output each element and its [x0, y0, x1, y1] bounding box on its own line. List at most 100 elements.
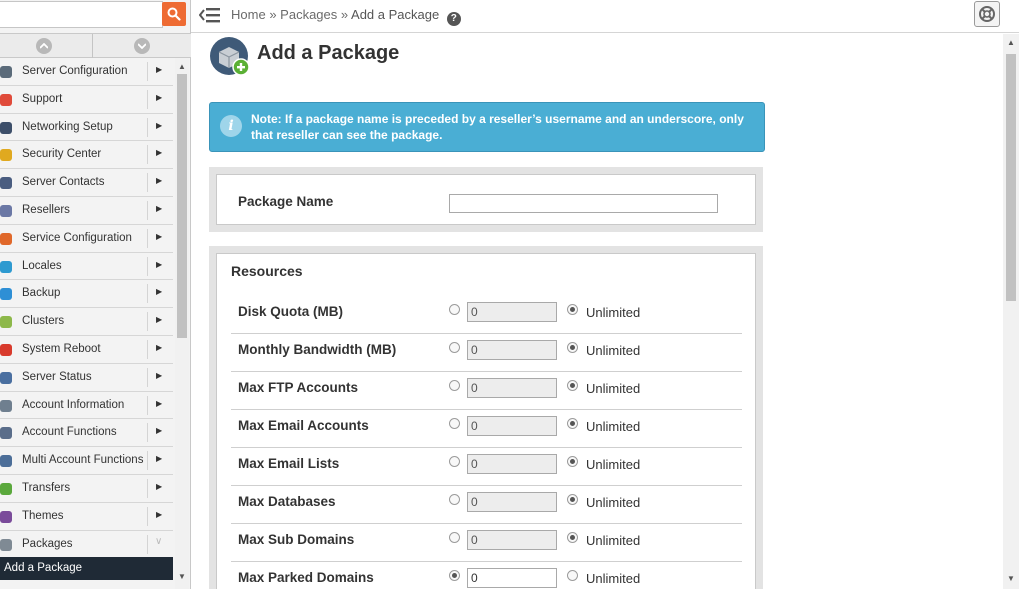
sidebar-item-locales[interactable]: Locales ▶: [0, 253, 173, 281]
sidebar-item-backup[interactable]: Backup ▶: [0, 280, 173, 309]
resource-value-input[interactable]: [467, 378, 557, 398]
sidebar-item-resellers[interactable]: Resellers ▶: [0, 197, 173, 225]
main-content: Add a Package i Note: If a package name …: [191, 34, 1003, 589]
chevron-up-icon: [40, 43, 48, 49]
value-radio[interactable]: [449, 456, 460, 467]
resource-row: Max Email Lists Unlimited: [231, 448, 742, 486]
sidebar-item-add-a-package[interactable]: Add a Package: [0, 557, 173, 580]
resources-section: Resources Disk Quota (MB)UnlimitedMonthl…: [209, 246, 763, 589]
unlimited-radio[interactable]: [567, 342, 578, 353]
resource-value-input[interactable]: [467, 492, 557, 512]
chevron-right-icon[interactable]: ▶: [156, 65, 162, 74]
resource-value-input[interactable]: [467, 568, 557, 588]
sidebar-item-server-status[interactable]: Server Status ▶: [0, 364, 173, 392]
support-button[interactable]: [974, 1, 1000, 27]
unlimited-radio[interactable]: [567, 380, 578, 391]
breadcrumb-separator: »: [269, 7, 277, 22]
divider: [147, 284, 148, 304]
scroll-up-icon[interactable]: ▲: [178, 62, 186, 71]
sidebar-item-label: Server Configuration: [22, 65, 128, 77]
chevron-right-icon[interactable]: ▶: [156, 93, 162, 102]
value-radio[interactable]: [449, 418, 460, 429]
chevron-right-icon[interactable]: ▶: [156, 176, 162, 185]
chevron-right-icon[interactable]: ▶: [156, 399, 162, 408]
search-input[interactable]: [0, 1, 163, 28]
chevron-right-icon[interactable]: ▶: [156, 204, 162, 213]
value-radio[interactable]: [449, 342, 460, 353]
resource-value-input[interactable]: [467, 530, 557, 550]
chevron-right-icon[interactable]: ▶: [156, 454, 162, 463]
sidebar-item-label: Clusters: [22, 315, 65, 328]
search-button[interactable]: [162, 2, 186, 26]
unlimited-radio[interactable]: [567, 418, 578, 429]
divider: [147, 339, 148, 359]
page-scrollbar-thumb[interactable]: [1006, 54, 1016, 301]
sidebar-scrollbar[interactable]: ▲ ▼: [175, 58, 189, 589]
package-name-input[interactable]: [449, 194, 718, 213]
unlimited-radio[interactable]: [567, 494, 578, 505]
chevron-down-icon[interactable]: ∨: [155, 536, 162, 547]
package-name-label: Package Name: [238, 194, 334, 209]
resource-value-input[interactable]: [467, 340, 557, 360]
chevron-right-icon[interactable]: ▶: [156, 371, 162, 380]
breadcrumb-home-link[interactable]: Home: [231, 7, 266, 22]
top-bar: Home » Packages » Add a Package ?: [191, 0, 1019, 33]
chevron-right-icon[interactable]: ▶: [156, 121, 162, 130]
sidebar-item-account-information[interactable]: Account Information ▶: [0, 392, 173, 420]
package-name-panel: Package Name: [216, 174, 756, 225]
sidebar-item-support[interactable]: Support ▶: [0, 86, 173, 114]
chevron-right-icon[interactable]: ▶: [156, 287, 162, 296]
chevron-right-icon[interactable]: ▶: [156, 232, 162, 241]
sidebar-item-server-configuration[interactable]: Server Configuration ▶: [0, 58, 173, 86]
divider: [147, 451, 148, 471]
resource-row: Disk Quota (MB) Unlimited: [231, 296, 742, 334]
lifebuoy-icon: [979, 6, 995, 22]
scroll-down-icon[interactable]: ▼: [178, 572, 186, 581]
breadcrumb-packages-link[interactable]: Packages: [280, 7, 337, 22]
unlimited-label: Unlimited: [586, 495, 641, 510]
sidebar-item-clusters[interactable]: Clusters ▶: [0, 308, 173, 336]
value-radio[interactable]: [449, 380, 460, 391]
scroll-down-icon[interactable]: ▼: [1007, 574, 1015, 583]
chevron-right-icon[interactable]: ▶: [156, 343, 162, 352]
sidebar-item-packages[interactable]: Packages ∨: [0, 531, 173, 559]
value-radio[interactable]: [449, 570, 460, 581]
chevron-right-icon[interactable]: ▶: [156, 315, 162, 324]
sidebar-item-system-reboot[interactable]: System Reboot ▶: [0, 336, 173, 364]
menu-toggle-button[interactable]: [198, 6, 221, 24]
sidebar-item-security-center[interactable]: Security Center ▶: [0, 141, 173, 170]
divider: [147, 367, 148, 387]
value-radio[interactable]: [449, 304, 460, 315]
sidebar-item-networking-setup[interactable]: Networking Setup ▶: [0, 114, 173, 142]
unlimited-radio[interactable]: [567, 532, 578, 543]
page-scrollbar[interactable]: ▲ ▼: [1003, 34, 1019, 589]
chevron-right-icon[interactable]: ▶: [156, 148, 162, 157]
sidebar-item-transfers[interactable]: Transfers ▶: [0, 475, 173, 503]
chevron-right-icon[interactable]: ▶: [156, 510, 162, 519]
sidebar-item-service-configuration[interactable]: Service Configuration ▶: [0, 225, 173, 253]
sidebar-item-server-contacts[interactable]: Server Contacts ▶: [0, 169, 173, 197]
resource-label: Max Databases: [238, 494, 336, 509]
unlimited-radio[interactable]: [567, 304, 578, 315]
sidebar-item-multi-account-functions[interactable]: Multi Account Functions ▶: [0, 447, 173, 475]
value-radio[interactable]: [449, 494, 460, 505]
sidebar-item-themes[interactable]: Themes ▶: [0, 503, 173, 531]
sidebar-item-label: Multi Account Functions: [22, 454, 144, 467]
resource-value-input[interactable]: [467, 302, 557, 322]
help-icon[interactable]: ?: [446, 12, 461, 26]
chevron-right-icon[interactable]: ▶: [156, 482, 162, 491]
scroll-up-icon[interactable]: ▲: [1007, 38, 1015, 47]
sidebar-item-account-functions[interactable]: Account Functions ▶: [0, 419, 173, 448]
resource-value-input[interactable]: [467, 454, 557, 474]
expand-all-button[interactable]: [134, 38, 150, 54]
sidebar-scrollbar-thumb[interactable]: [177, 74, 187, 338]
value-radio[interactable]: [449, 532, 460, 543]
divider: [147, 395, 148, 415]
chevron-right-icon[interactable]: ▶: [156, 260, 162, 269]
resource-value-input[interactable]: [467, 416, 557, 436]
unlimited-radio[interactable]: [567, 570, 578, 581]
resource-row: Max Databases Unlimited: [231, 486, 742, 524]
collapse-all-button[interactable]: [36, 38, 52, 54]
unlimited-radio[interactable]: [567, 456, 578, 467]
chevron-right-icon[interactable]: ▶: [156, 426, 162, 435]
